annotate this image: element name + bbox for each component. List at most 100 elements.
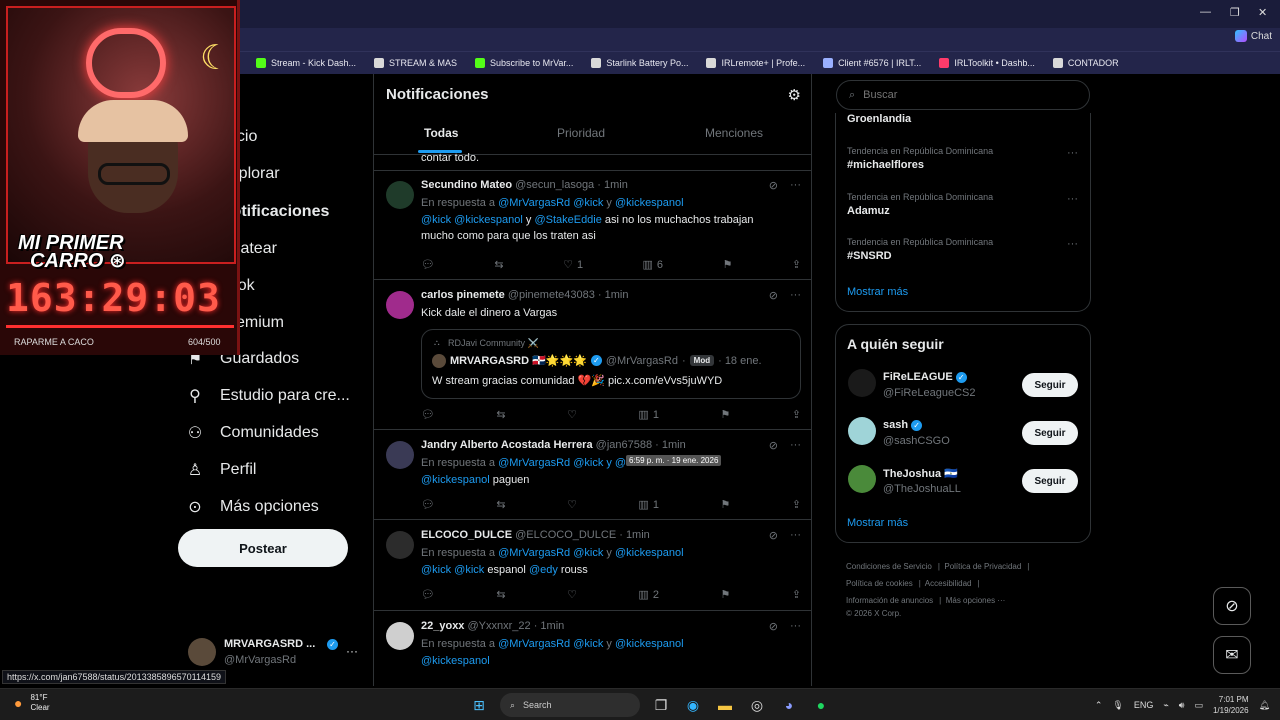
notification-post[interactable]: ELCOCO_DULCE @ELCOCO_DULCE · 1min ⊘ ··· E… <box>374 521 811 611</box>
bookmark-item[interactable]: IRLToolkit • Dashb... <box>939 58 1035 68</box>
discord-icon[interactable]: ◕ <box>778 694 800 716</box>
author-name[interactable]: Secundino Mateo <box>421 179 512 191</box>
chevron-up-icon[interactable]: ⌃ <box>1095 700 1103 711</box>
follow-name[interactable]: FiReLEAGUE ✓ <box>883 371 967 383</box>
bookmark-item[interactable]: IRLremote+ | Profe... <box>706 58 805 68</box>
views-button[interactable]: ▥ 1 <box>638 498 659 512</box>
gear-icon[interactable]: ⚙ <box>788 86 801 104</box>
reply-mention[interactable]: @kickespanol <box>615 547 684 559</box>
sidebar-item-estudio-para-cre[interactable]: ⚲ Estudio para cre... <box>186 386 350 406</box>
reply-mentions[interactable]: @MrVargasRd @kick <box>498 547 603 559</box>
share-icon[interactable]: ⇪ <box>792 408 801 421</box>
trend-item[interactable]: Tendencia en República Dominicana Adamuz <box>847 192 993 217</box>
post-time[interactable]: · 1min <box>534 620 565 632</box>
reply-mentions[interactable]: @MrVargasRd @kick <box>498 638 603 650</box>
obs-icon[interactable]: ◎ <box>746 694 768 716</box>
footer-link[interactable]: Accesibilidad <box>925 579 972 588</box>
follow-button[interactable]: Seguir <box>1022 469 1078 493</box>
more-icon[interactable]: ··· <box>790 439 801 452</box>
windows-start-icon[interactable]: ⊞ <box>468 694 490 716</box>
author-handle[interactable]: @Yxxnxr_22 <box>468 620 531 632</box>
author-handle[interactable]: @jan67588 <box>596 439 652 451</box>
close-icon[interactable]: ✕ <box>1258 6 1267 19</box>
mention[interactable]: @kickespanol <box>421 655 490 667</box>
repost-icon[interactable]: ⇆ <box>496 408 505 421</box>
notification-post[interactable]: Secundino Mateo @secun_lasoga · 1min ⊘ ··… <box>374 171 811 280</box>
reply-icon[interactable]: 💬︎ <box>421 258 435 271</box>
post-time[interactable]: · 1min <box>619 529 650 541</box>
bookmark-icon[interactable]: ⚑ <box>722 258 732 271</box>
account-switcher[interactable]: MRVARGASRD ... ✓ @MrVargasRd ··· <box>186 636 366 668</box>
quote-author[interactable]: MRVARGASRD 🇩🇴🌟🌟🌟 <box>450 354 587 367</box>
views-button[interactable]: ▥ 6 <box>643 258 664 272</box>
heart-icon[interactable]: ♡ <box>567 498 577 511</box>
trend-item[interactable]: Tendencia en República Dominicana #micha… <box>847 146 993 171</box>
battery-icon[interactable]: ▭ <box>1194 700 1203 711</box>
avatar[interactable] <box>848 417 876 445</box>
more-icon[interactable]: ··· <box>790 289 801 302</box>
show-more-follow-link[interactable]: Mostrar más <box>847 517 908 529</box>
follow-name[interactable]: sash ✓ <box>883 419 923 431</box>
repost-icon[interactable]: ⇆ <box>496 498 505 511</box>
footer-link[interactable]: Condiciones de Servicio <box>846 562 932 571</box>
task-view-icon[interactable]: ❐ <box>650 694 672 716</box>
bookmark-item[interactable]: CONTADOR <box>1052 58 1119 68</box>
author-handle[interactable]: @secun_lasoga <box>515 179 594 191</box>
mention[interactable]: @kick @kick <box>421 564 484 576</box>
tab-menciones[interactable]: Menciones <box>705 126 763 140</box>
follow-handle[interactable]: @sashCSGO <box>883 435 950 447</box>
sidebar-item-perfil[interactable]: ♙ Perfil <box>186 460 257 480</box>
author-handle[interactable]: @pinemete43083 <box>508 289 595 301</box>
bookmark-item[interactable]: STREAM & MAS <box>374 58 457 68</box>
grok-icon[interactable]: ⊘ <box>769 620 778 633</box>
spotify-icon[interactable]: ● <box>810 694 832 716</box>
mic-icon[interactable]: 🎙︎ <box>1112 700 1123 711</box>
notification-bell-icon[interactable]: 🔔︎ <box>1259 700 1270 711</box>
edge-icon[interactable]: ◉ <box>682 694 704 716</box>
avatar[interactable] <box>848 369 876 397</box>
copilot-chat-button[interactable]: Chat <box>1234 30 1272 42</box>
author-name[interactable]: 22_yoxx <box>421 620 464 632</box>
heart-icon[interactable]: ♡ <box>567 588 577 601</box>
grok-icon[interactable]: ⊘ <box>769 529 778 542</box>
views-button[interactable]: ▥ 2 <box>638 588 659 602</box>
views-button[interactable]: ▥ 1 <box>638 408 659 422</box>
post-time[interactable]: · 1min <box>598 289 629 301</box>
search-box[interactable]: ⌕ <box>836 80 1090 110</box>
weather-widget[interactable]: ● 81°F Clear <box>14 693 50 713</box>
mention[interactable]: @StakeEddie <box>534 214 601 226</box>
follow-button[interactable]: Seguir <box>1022 421 1078 445</box>
grok-icon[interactable]: ⊘ <box>769 289 778 302</box>
network-icon[interactable]: ⌁ <box>1163 700 1168 711</box>
file-explorer-icon[interactable]: ▬ <box>714 694 736 716</box>
footer-link[interactable]: Política de Privacidad <box>944 562 1021 571</box>
tab-todas[interactable]: Todas <box>424 126 458 140</box>
author-name[interactable]: ELCOCO_DULCE <box>421 529 512 541</box>
grok-icon[interactable]: ⊘ <box>769 179 778 192</box>
author-name[interactable]: Jandry Alberto Acostada Herrera <box>421 439 593 451</box>
bookmark-item[interactable]: Stream - Kick Dash... <box>256 58 356 68</box>
avatar[interactable] <box>848 465 876 493</box>
reply-icon[interactable]: 💬︎ <box>421 588 435 601</box>
bookmark-icon[interactable]: ⚑ <box>720 498 730 511</box>
quote-handle[interactable]: @MrVargasRd <box>606 355 678 367</box>
more-icon[interactable]: ··· <box>790 620 801 633</box>
minimize-icon[interactable]: — <box>1200 6 1211 18</box>
bookmark-icon[interactable]: ⚑ <box>720 408 730 421</box>
account-more-icon[interactable]: ··· <box>346 644 358 658</box>
bookmark-icon[interactable]: ⚑ <box>720 588 730 601</box>
trend-name[interactable]: Groenlandia <box>847 113 911 125</box>
mention[interactable]: @edy <box>529 564 558 576</box>
notification-post[interactable]: 22_yoxx @Yxxnxr_22 · 1min ⊘ ··· En respue… <box>374 612 811 686</box>
bookmark-item[interactable]: Starlink Battery Po... <box>591 58 688 68</box>
show-more-trends-link[interactable]: Mostrar más <box>847 286 908 298</box>
clock[interactable]: 7:01 PM 1/19/2026 <box>1213 694 1249 716</box>
maximize-icon[interactable]: ❐ <box>1230 6 1240 19</box>
post-time[interactable]: · 1min <box>655 439 686 451</box>
like-button[interactable]: ♡ 1 <box>563 258 583 272</box>
reply-mention[interactable]: @kickespanol <box>615 197 684 209</box>
trend-more-icon[interactable]: ··· <box>1067 193 1078 205</box>
reply-mentions[interactable]: @MrVargasRd @kick y @ki <box>498 457 634 469</box>
follow-handle[interactable]: @TheJoshuaLL <box>883 483 961 495</box>
notification-post[interactable]: carlos pinemete @pinemete43083 · 1min ⊘ ·… <box>374 281 811 430</box>
